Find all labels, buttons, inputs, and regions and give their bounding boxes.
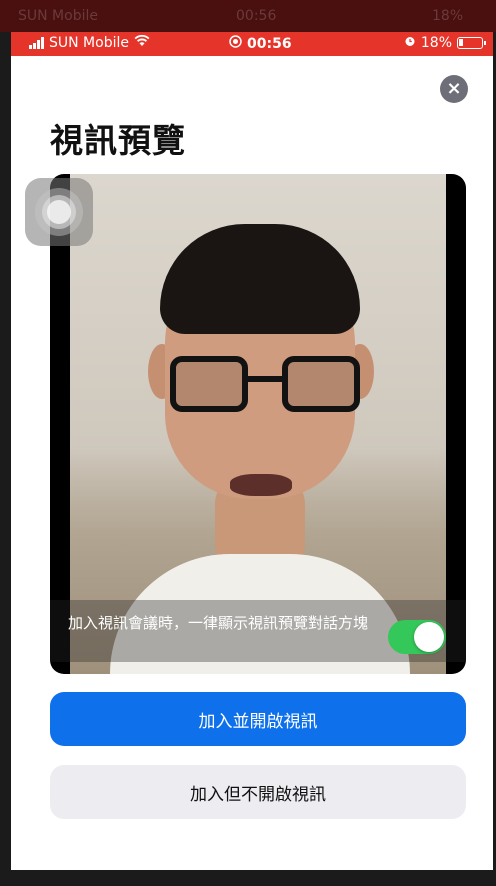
wifi-icon [134,34,150,51]
battery-icon [457,37,486,49]
assistive-touch-button[interactable] [25,178,93,246]
background-time: 00:56 [236,8,277,24]
carrier-label: SUN Mobile [49,35,129,51]
close-button[interactable]: × [440,75,468,103]
alarm-icon [404,35,416,51]
always-show-preview-row: 加入視訊會議時，一律顯示視訊預覽對話方塊 [50,600,466,662]
toggle-knob [414,622,444,652]
background-carrier: SUN Mobile [18,8,98,24]
join-with-video-button[interactable]: 加入並開啟視訊 [50,692,466,746]
join-without-video-button[interactable]: 加入但不開啟視訊 [50,765,466,819]
signal-icon [29,37,44,49]
background-battery: 18% [432,8,464,24]
always-show-preview-label: 加入視訊會議時，一律顯示視訊預覽對話方塊 [68,614,369,632]
close-icon: × [446,78,462,99]
camera-feed [70,174,446,674]
battery-percent: 18% [420,35,452,51]
clock-label: 00:56 [247,35,292,52]
video-preview: 加入視訊會議時，一律顯示視訊預覽對話方塊 [50,174,466,674]
page-title: 視訊預覽 [50,121,186,160]
always-show-preview-toggle[interactable] [388,620,446,654]
status-bar: SUN Mobile 00:56 18% [11,32,493,56]
background-status-bar: SUN Mobile 00:56 18% [0,0,496,32]
record-icon [229,35,242,52]
